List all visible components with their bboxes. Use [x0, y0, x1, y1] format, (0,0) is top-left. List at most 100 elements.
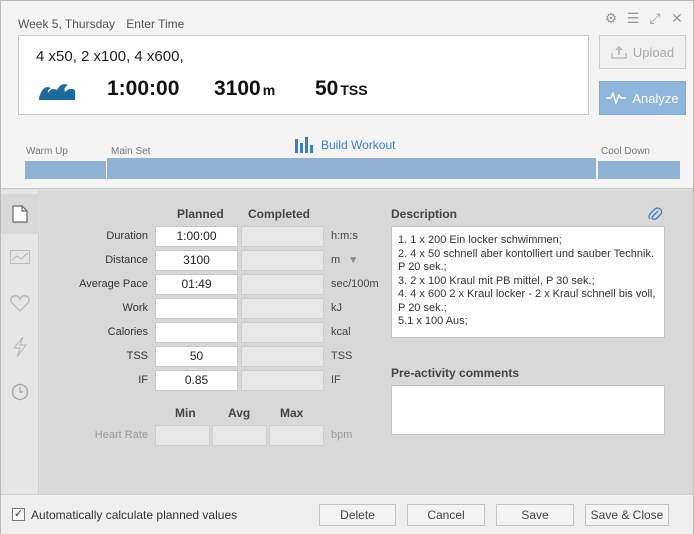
tab-time[interactable]	[1, 372, 39, 412]
distance-unit-select[interactable]: m ▼	[331, 254, 358, 266]
tss-unit: TSS	[340, 82, 368, 98]
warm-up-bar[interactable]	[25, 161, 106, 179]
menu-icon[interactable]: ☰	[625, 10, 641, 27]
title-bar: Week 5, Thursday Enter Time	[18, 17, 192, 31]
detail-tabs	[1, 190, 39, 494]
col-planned-header: Planned	[177, 207, 224, 221]
row-unit: IF	[331, 374, 341, 386]
phase-warm-up: Warm Up	[26, 146, 68, 157]
hr-min-input[interactable]	[155, 425, 210, 446]
cancel-button[interactable]: Cancel	[407, 504, 485, 526]
tss-metric: 50 TSS	[315, 77, 368, 101]
planned-calories-input[interactable]	[155, 322, 238, 343]
build-workout-label: Build Workout	[321, 138, 396, 152]
footer-bar: ✓ Automatically calculate planned values…	[1, 494, 693, 534]
row-unit: sec/100m	[331, 278, 379, 290]
upload-button[interactable]: Upload	[599, 35, 686, 69]
analyze-button[interactable]: Analyze	[599, 81, 686, 115]
bar-chart-icon	[295, 137, 313, 153]
pre-activity-heading: Pre-activity comments	[391, 366, 520, 380]
col-max-header: Max	[280, 406, 304, 420]
row-label: TSS	[126, 350, 148, 362]
tss-value: 50	[315, 77, 339, 100]
completed-calories-input[interactable]	[241, 322, 324, 343]
col-avg-header: Avg	[228, 406, 251, 420]
phase-cool-down: Cool Down	[601, 146, 650, 157]
delete-button[interactable]: Delete	[319, 504, 396, 526]
planned-work-input[interactable]	[155, 298, 238, 319]
clock-icon	[11, 383, 29, 401]
completed-distance-input[interactable]	[241, 250, 324, 271]
upload-icon	[611, 46, 627, 59]
build-workout-link[interactable]: Build Workout	[295, 137, 395, 153]
pre-activity-comments-textarea[interactable]	[391, 385, 665, 435]
tab-graph[interactable]	[1, 237, 39, 277]
row-label: Average Pace	[79, 278, 148, 290]
col-completed-header: Completed	[248, 207, 311, 221]
workout-window: Week 5, Thursday Enter Time ⚙ ☰ ⤢ ✕ 4 x5…	[0, 0, 694, 534]
planned-distance-input[interactable]: 3100	[155, 250, 238, 271]
row-unit: m	[331, 254, 341, 266]
completed-if-input[interactable]	[241, 370, 324, 391]
swim-icon	[39, 84, 75, 100]
workout-header-panel: Week 5, Thursday Enter Time ⚙ ☰ ⤢ ✕ 4 x5…	[1, 1, 693, 189]
completed-work-input[interactable]	[241, 298, 324, 319]
row-label: Distance	[105, 254, 148, 266]
checkbox-icon[interactable]: ✓	[12, 508, 25, 521]
row-unit: TSS	[331, 350, 353, 362]
workout-summary: 4 x50, 2 x100, 4 x600, 1:00:00 3100 m 50 T…	[18, 35, 589, 115]
close-icon[interactable]: ✕	[669, 10, 685, 27]
hr-max-input[interactable]	[269, 425, 324, 446]
row-unit: kJ	[331, 302, 342, 314]
distance-value: 3100	[214, 77, 261, 100]
hr-avg-input[interactable]	[212, 425, 267, 446]
heart-icon	[10, 295, 30, 312]
tab-power[interactable]	[1, 327, 39, 367]
description-line: 3. 2 x 100 Kraul mit PB mittel, P 30 sek…	[398, 274, 595, 287]
planned-tss-input[interactable]: 50	[155, 346, 238, 367]
week-day-label: Week 5, Thursday	[18, 17, 115, 31]
enter-time-link[interactable]: Enter Time	[126, 17, 184, 31]
completed-duration-input[interactable]	[241, 226, 324, 247]
cool-down-bar[interactable]	[598, 161, 680, 179]
description-heading: Description	[391, 207, 458, 221]
window-controls: ⚙ ☰ ⤢ ✕	[603, 10, 685, 27]
auto-calc-label[interactable]: Automatically calculate planned values	[31, 508, 237, 522]
tab-heart[interactable]	[1, 283, 39, 323]
planned-duration-input[interactable]: 1:00:00	[155, 226, 238, 247]
save-button[interactable]: Save	[496, 504, 574, 526]
expand-icon[interactable]: ⤢	[647, 10, 663, 27]
analyze-label: Analyze	[632, 90, 679, 106]
completed-tss-input[interactable]	[241, 346, 324, 367]
description-line: 4. 4 x 600 2 x Kraul locker - 2 x Kraul …	[398, 288, 659, 314]
paperclip-icon[interactable]	[648, 206, 662, 222]
description-line: 2. 4 x 50 schnell aber kontolliert und s…	[398, 247, 658, 274]
row-label: Calories	[107, 326, 148, 338]
graph-icon	[10, 250, 30, 264]
planned-pace-input[interactable]: 01:49	[155, 274, 238, 295]
tab-summary[interactable]	[1, 194, 39, 234]
row-unit: kcal	[331, 326, 351, 338]
chevron-down-icon: ▼	[348, 255, 359, 266]
upload-label: Upload	[632, 44, 675, 60]
phase-main-set: Main Set	[111, 146, 151, 157]
workout-title[interactable]: 4 x50, 2 x100, 4 x600,	[36, 48, 184, 65]
save-close-button[interactable]: Save & Close	[585, 504, 669, 526]
distance-unit: m	[262, 82, 276, 98]
description-textarea[interactable]: 1. 1 x 200 Ein locker schwimmen; 2. 4 x …	[391, 226, 665, 338]
main-set-bar[interactable]	[107, 158, 596, 179]
heart-rate-label: Heart Rate	[94, 429, 148, 441]
row-unit: h:m:s	[331, 230, 358, 242]
completed-pace-input[interactable]	[241, 274, 324, 295]
gear-icon[interactable]: ⚙	[603, 10, 619, 27]
details-panel: Planned Completed Duration 1:00:00 h:m:s…	[40, 190, 693, 494]
planned-if-input[interactable]: 0.85	[155, 370, 238, 391]
hr-unit: bpm	[331, 429, 353, 441]
distance-metric: 3100 m	[214, 77, 275, 101]
col-min-header: Min	[175, 406, 196, 420]
duration-metric: 1:00:00	[107, 77, 180, 100]
row-label: Duration	[106, 230, 148, 242]
lightning-icon	[12, 337, 28, 357]
document-icon	[12, 205, 28, 223]
description-line: 5.1 x 100 Aus;	[398, 315, 468, 327]
